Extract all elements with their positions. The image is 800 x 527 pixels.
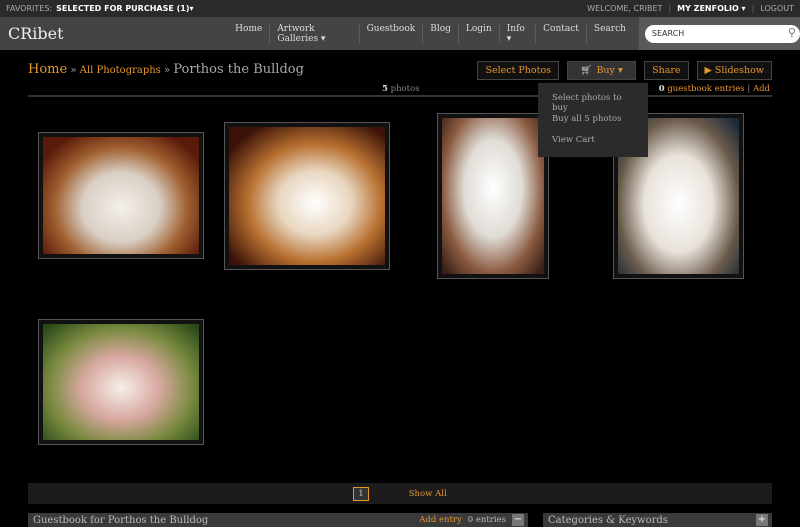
buy-button[interactable]: 🛒︎ Buy ▾ xyxy=(567,61,637,80)
site-logo[interactable]: CRibet xyxy=(8,24,228,43)
menu-item-view-cart[interactable]: View Cart xyxy=(538,135,648,156)
menu-item-buy-all[interactable]: Buy all 5 photos xyxy=(538,114,648,135)
show-all-link[interactable]: Show All xyxy=(409,489,447,499)
photo-thumbnail[interactable] xyxy=(38,132,204,259)
photo-thumbnail[interactable] xyxy=(38,319,204,445)
breadcrumb: Home » All Photographs » Porthos the Bul… xyxy=(28,62,304,77)
nav-guestbook[interactable]: Guestbook xyxy=(358,23,423,44)
entries-count: 0 entries xyxy=(467,515,506,525)
photo-thumbnail[interactable] xyxy=(224,122,390,270)
guestbook-add-link[interactable]: Add xyxy=(753,84,770,94)
breadcrumb-sep: » xyxy=(67,65,80,76)
search-placeholder: SEARCH xyxy=(651,29,685,38)
favorites-label: Favorites: xyxy=(6,4,53,13)
guestbook-panel-title: Guestbook for Porthos the Bulldog xyxy=(33,514,209,526)
welcome-text: Welcome, CRibet xyxy=(587,4,663,13)
logout-link[interactable]: Logout xyxy=(760,4,794,13)
header: CRibet Home Artwork Galleries ▾ Guestboo… xyxy=(0,17,800,50)
nav-artwork-galleries[interactable]: Artwork Galleries ▾ xyxy=(269,23,358,44)
collapse-icon[interactable]: − xyxy=(512,514,524,526)
add-entry-link[interactable]: Add entry xyxy=(419,515,462,525)
top-bar: Favorites: Selected for Purchase (1)▾ We… xyxy=(0,0,800,17)
breadcrumb-all-photographs[interactable]: All Photographs xyxy=(80,65,161,76)
search-icon[interactable]: ⚲ xyxy=(788,26,796,39)
photo-thumbnail[interactable] xyxy=(437,113,549,279)
nav-info[interactable]: Info ▾ xyxy=(498,23,535,44)
buy-dropdown-menu: Select photos to buy Buy all 5 photos Vi… xyxy=(538,83,648,157)
guestbook-entries-link[interactable]: guestbook entries xyxy=(665,84,744,94)
menu-item-select-photos-to-buy[interactable]: Select photos to buy xyxy=(538,93,648,114)
pagination: 1 Show All xyxy=(28,483,772,504)
search-input[interactable]: SEARCH ⚲ xyxy=(644,24,800,43)
breadcrumb-sep: » xyxy=(160,65,174,76)
breadcrumb-home[interactable]: Home xyxy=(28,62,67,77)
expand-icon[interactable]: + xyxy=(756,514,768,526)
nav-search[interactable]: Search xyxy=(585,23,633,44)
buy-label: Buy ▾ xyxy=(596,65,623,76)
my-zenfolio-menu[interactable]: My Zenfolio ▾ xyxy=(677,4,745,13)
favorites-dropdown[interactable]: Selected for Purchase (1)▾ xyxy=(56,4,193,13)
divider xyxy=(28,95,772,97)
cart-icon: 🛒︎ xyxy=(580,65,593,76)
photo-count: 5 photos xyxy=(382,84,420,94)
nav-blog[interactable]: Blog xyxy=(422,23,458,44)
nav-contact[interactable]: Contact xyxy=(535,23,586,44)
page-title: Porthos the Bulldog xyxy=(173,62,304,77)
slideshow-button[interactable]: ▶ Slideshow xyxy=(696,61,772,80)
categories-panel-title: Categories & Keywords xyxy=(548,514,668,526)
page-1-button[interactable]: 1 xyxy=(353,486,369,501)
nav-login[interactable]: Login xyxy=(457,23,499,44)
select-photos-button[interactable]: Select Photos xyxy=(477,61,560,80)
main-nav: Home Artwork Galleries ▾ Guestbook Blog … xyxy=(228,23,633,44)
guestbook-info: 0 guestbook entries | Add xyxy=(658,84,770,94)
nav-home[interactable]: Home xyxy=(228,24,269,44)
share-button[interactable]: Share xyxy=(644,61,689,80)
